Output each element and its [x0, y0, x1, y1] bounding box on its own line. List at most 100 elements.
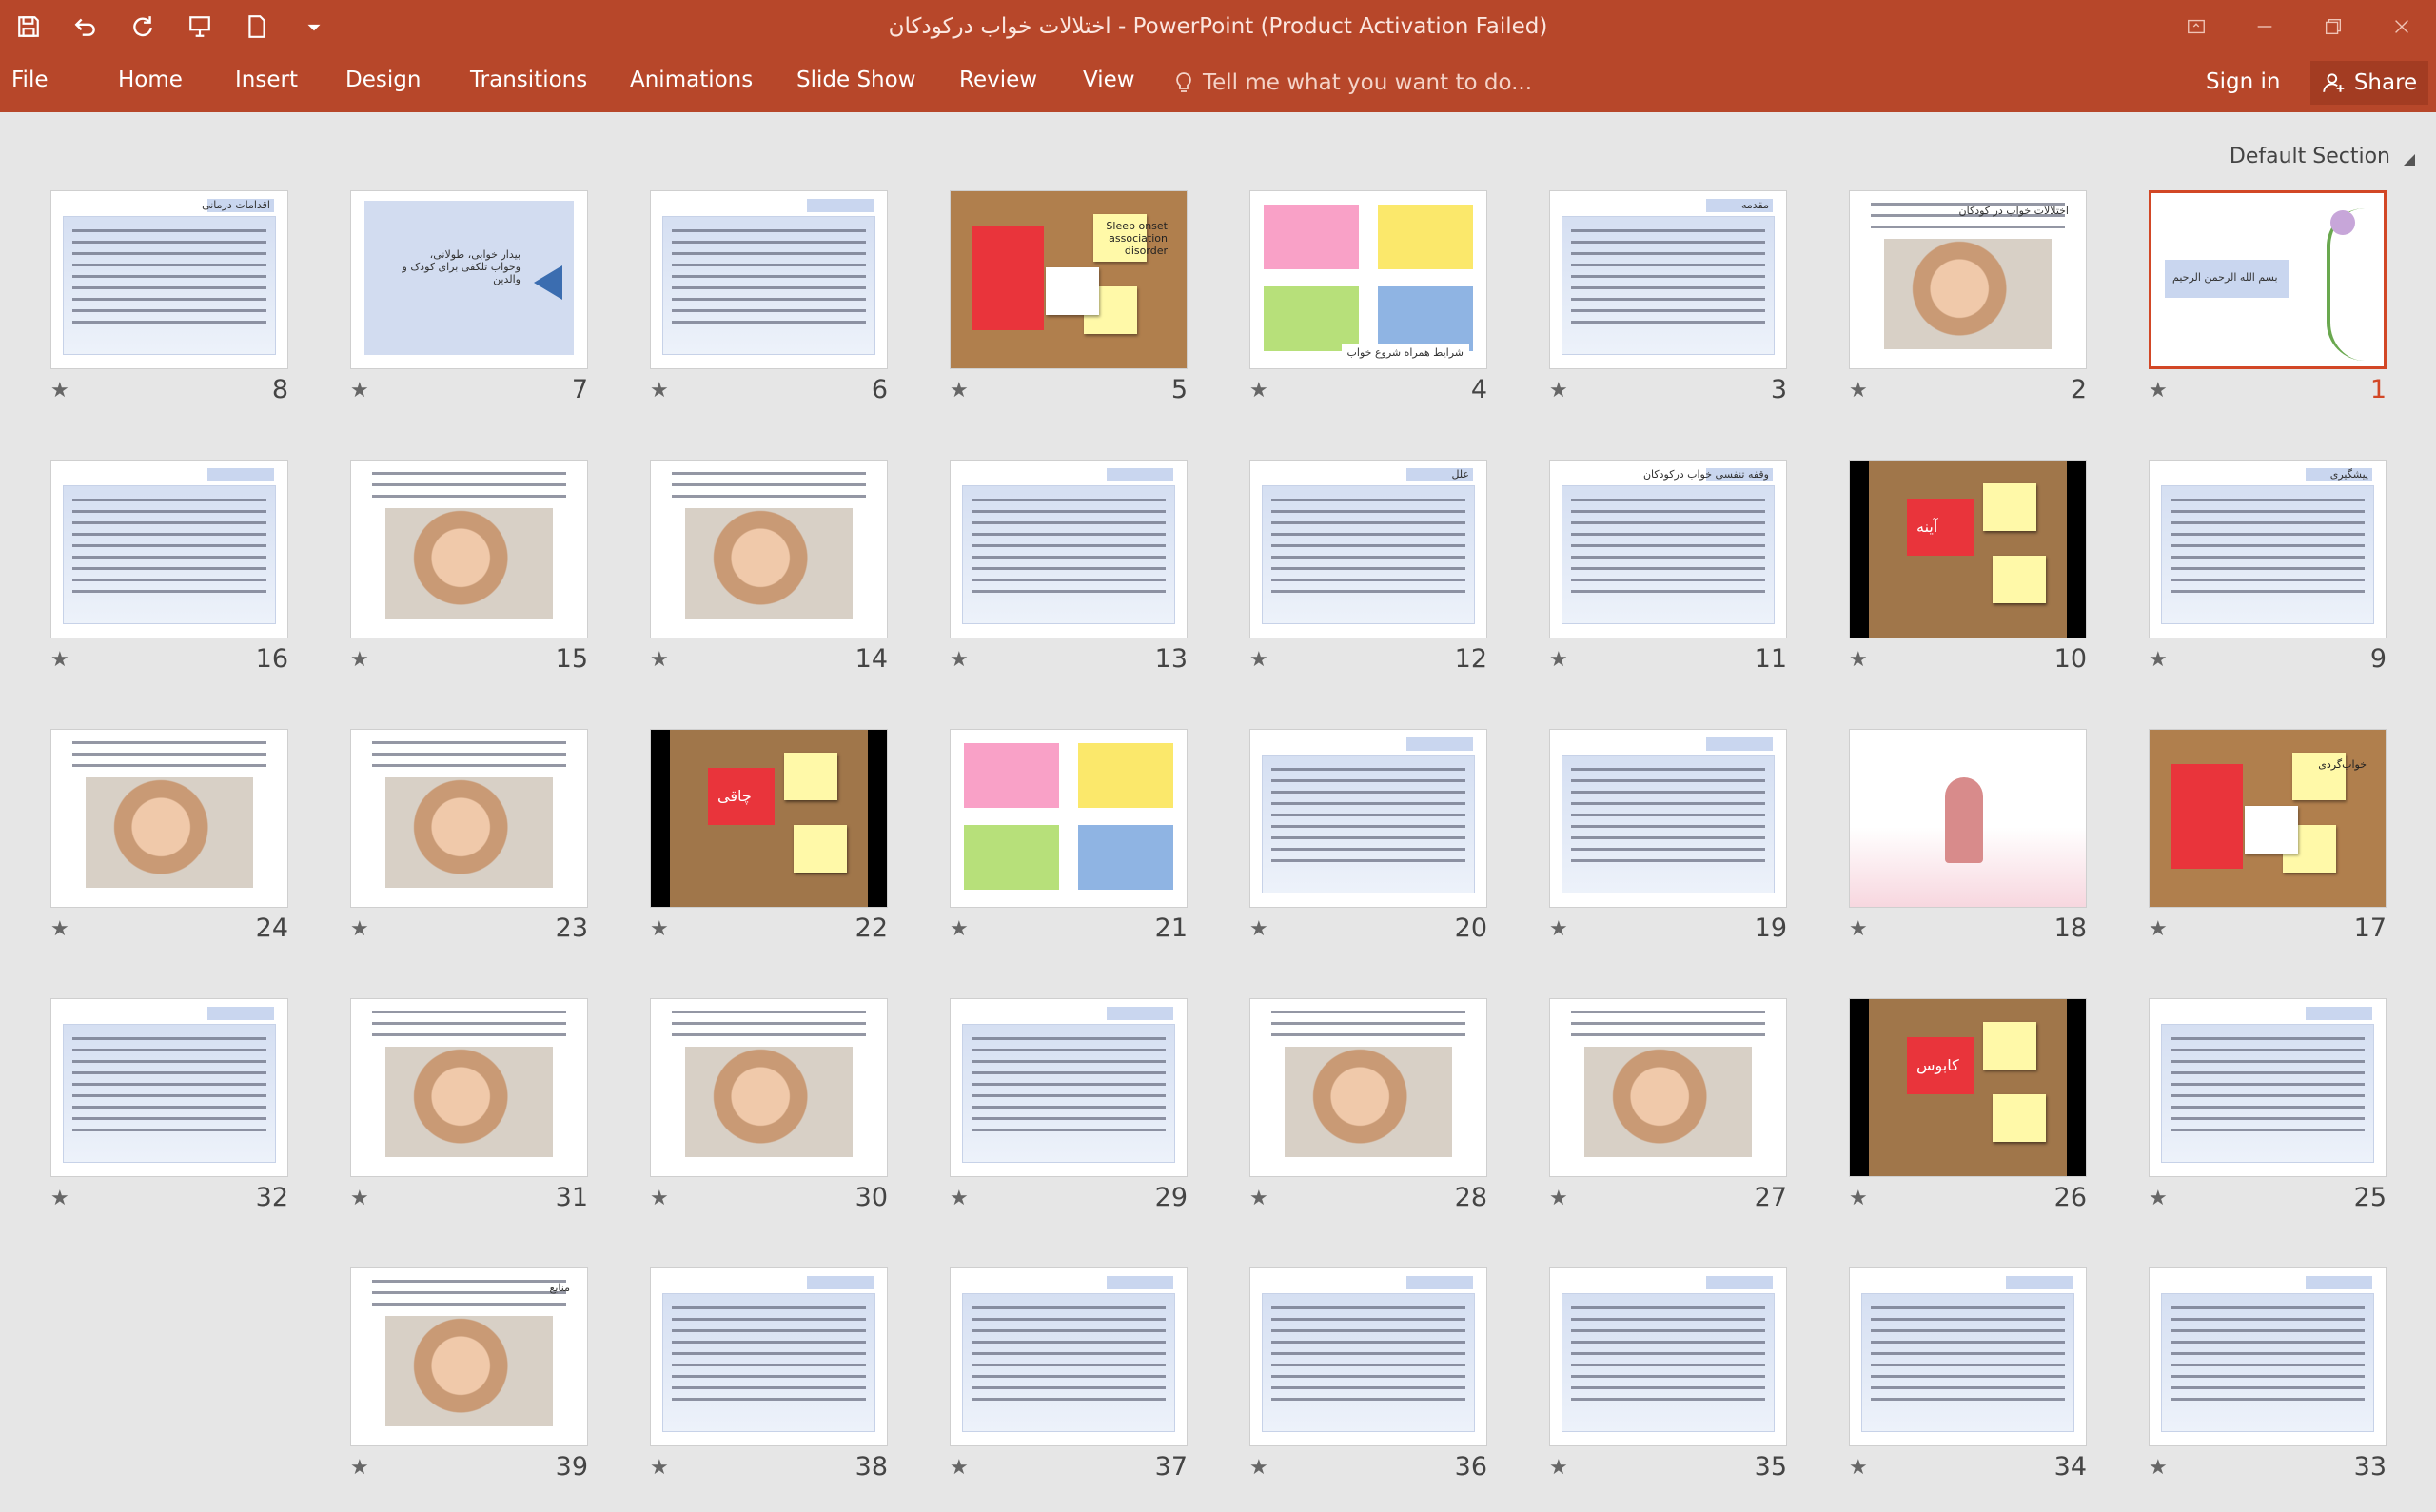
slide-thumbnail[interactable]: ★ 37 [950, 1267, 1188, 1486]
slide-thumbnail[interactable]: ★ 15 [350, 460, 588, 678]
transition-star-icon[interactable]: ★ [950, 379, 969, 403]
slide-thumbnail[interactable]: ★ 14 [650, 460, 888, 678]
slide-preview[interactable]: خواب‌گردی [2149, 729, 2387, 908]
slide-preview[interactable] [950, 998, 1188, 1177]
slide-preview[interactable]: علل [1249, 460, 1487, 638]
slide-thumbnail[interactable]: ★ 34 [1849, 1267, 2087, 1486]
slide-preview[interactable]: بسم الله الرحمن الرحیم [2149, 190, 2387, 369]
save-button[interactable] [0, 0, 57, 53]
slide-preview[interactable] [50, 998, 288, 1177]
tell-me-search[interactable]: Tell me what you want to do... [1172, 53, 1532, 112]
new-file-button[interactable] [228, 0, 285, 53]
tab-view[interactable]: View [1083, 53, 1135, 112]
transition-star-icon[interactable]: ★ [950, 1187, 969, 1210]
transition-star-icon[interactable]: ★ [1549, 1456, 1568, 1480]
section-header[interactable]: Default Section [2230, 145, 2415, 168]
slide-thumbnail[interactable]: چاقی ★ 22 [650, 729, 888, 948]
transition-star-icon[interactable]: ★ [50, 917, 69, 941]
transition-star-icon[interactable]: ★ [350, 1456, 369, 1480]
slide-preview[interactable] [650, 998, 888, 1177]
slide-thumbnail[interactable]: ★ 23 [350, 729, 588, 948]
transition-star-icon[interactable]: ★ [1849, 1187, 1868, 1210]
redo-button[interactable] [114, 0, 171, 53]
tab-design[interactable]: Design [345, 53, 421, 112]
slide-thumbnail[interactable]: Sleep onset association disorder ★ 5 [950, 190, 1188, 409]
slide-thumbnail[interactable]: ★ 31 [350, 998, 588, 1217]
transition-star-icon[interactable]: ★ [650, 648, 669, 672]
slide-thumbnail[interactable]: ★ 32 [50, 998, 288, 1217]
transition-star-icon[interactable]: ★ [1249, 648, 1268, 672]
restore-button[interactable] [2299, 0, 2367, 53]
transition-star-icon[interactable]: ★ [1849, 1456, 1868, 1480]
ribbon-display-options-button[interactable] [2162, 0, 2230, 53]
transition-star-icon[interactable]: ★ [350, 648, 369, 672]
slide-preview[interactable] [1549, 998, 1787, 1177]
slide-preview[interactable]: چاقی [650, 729, 888, 908]
transition-star-icon[interactable]: ★ [1849, 379, 1868, 403]
slide-thumbnail[interactable]: آینه ★ 10 [1849, 460, 2087, 678]
slide-thumbnail[interactable]: ★ 19 [1549, 729, 1787, 948]
transition-star-icon[interactable]: ★ [650, 1456, 669, 1480]
slide-thumbnail[interactable]: ★ 33 [2149, 1267, 2387, 1486]
slide-preview[interactable] [1249, 998, 1487, 1177]
slide-thumbnail[interactable]: ★ 28 [1249, 998, 1487, 1217]
sign-in-link[interactable]: Sign in [2206, 53, 2280, 112]
slide-preview[interactable]: پیشگیری [2149, 460, 2387, 638]
transition-star-icon[interactable]: ★ [50, 379, 69, 403]
slide-preview[interactable] [1249, 729, 1487, 908]
slide-thumbnail[interactable]: وقفه تنفسی خواب درکودکان ★ 11 [1549, 460, 1787, 678]
slide-thumbnail[interactable]: بسم الله الرحمن الرحیم ★ 1 [2149, 190, 2387, 409]
slide-preview[interactable] [2149, 1267, 2387, 1446]
slide-thumbnail[interactable]: ★ 38 [650, 1267, 888, 1486]
transition-star-icon[interactable]: ★ [1849, 648, 1868, 672]
slide-thumbnail[interactable]: ★ 35 [1549, 1267, 1787, 1486]
customize-qat-button[interactable] [285, 0, 343, 53]
transition-star-icon[interactable]: ★ [350, 917, 369, 941]
transition-star-icon[interactable]: ★ [1549, 917, 1568, 941]
transition-star-icon[interactable]: ★ [650, 1187, 669, 1210]
slide-thumbnail[interactable]: مقدمه ★ 3 [1549, 190, 1787, 409]
slide-preview[interactable] [1549, 729, 1787, 908]
transition-star-icon[interactable]: ★ [350, 379, 369, 403]
transition-star-icon[interactable]: ★ [1549, 1187, 1568, 1210]
transition-star-icon[interactable]: ★ [1249, 917, 1268, 941]
slide-thumbnail[interactable]: ★ 6 [650, 190, 888, 409]
slide-preview[interactable] [1549, 1267, 1787, 1446]
transition-star-icon[interactable]: ★ [50, 1187, 69, 1210]
transition-star-icon[interactable]: ★ [1249, 1456, 1268, 1480]
transition-star-icon[interactable]: ★ [650, 917, 669, 941]
undo-button[interactable] [57, 0, 114, 53]
slide-preview[interactable]: اقدامات درمانی [50, 190, 288, 369]
tab-slide-show[interactable]: Slide Show [796, 53, 916, 112]
transition-star-icon[interactable]: ★ [1249, 1187, 1268, 1210]
share-button[interactable]: Share [2310, 61, 2428, 105]
transition-star-icon[interactable]: ★ [950, 648, 969, 672]
close-button[interactable] [2367, 0, 2436, 53]
slide-preview[interactable] [650, 460, 888, 638]
tab-review[interactable]: Review [959, 53, 1037, 112]
slide-preview[interactable]: شرایط همراه شروع خواب [1249, 190, 1487, 369]
transition-star-icon[interactable]: ★ [1549, 379, 1568, 403]
slide-preview[interactable]: آینه [1849, 460, 2087, 638]
slide-thumbnail[interactable]: ★ 18 [1849, 729, 2087, 948]
slide-preview[interactable] [350, 460, 588, 638]
slide-thumbnail[interactable]: خواب‌گردی ★ 17 [2149, 729, 2387, 948]
slide-preview[interactable]: بیدار خوابی، طولانی، وخواب تلکفی برای کو… [350, 190, 588, 369]
slide-thumbnail[interactable]: پیشگیری ★ 9 [2149, 460, 2387, 678]
slide-thumbnail[interactable]: شرایط همراه شروع خواب ★ 4 [1249, 190, 1487, 409]
slide-thumbnail[interactable]: ★ 29 [950, 998, 1188, 1217]
transition-star-icon[interactable]: ★ [2149, 648, 2168, 672]
slide-preview[interactable] [2149, 998, 2387, 1177]
slide-preview[interactable] [50, 729, 288, 908]
slide-preview[interactable] [950, 1267, 1188, 1446]
slide-thumbnail[interactable]: ★ 24 [50, 729, 288, 948]
slide-thumbnail[interactable]: ★ 30 [650, 998, 888, 1217]
slide-preview[interactable] [50, 460, 288, 638]
transition-star-icon[interactable]: ★ [2149, 379, 2168, 403]
transition-star-icon[interactable]: ★ [650, 379, 669, 403]
transition-star-icon[interactable]: ★ [2149, 1187, 2168, 1210]
tab-file[interactable]: File [11, 53, 49, 112]
slide-preview[interactable]: مقدمه [1549, 190, 1787, 369]
slide-thumbnail[interactable]: ★ 21 [950, 729, 1188, 948]
transition-star-icon[interactable]: ★ [1549, 648, 1568, 672]
